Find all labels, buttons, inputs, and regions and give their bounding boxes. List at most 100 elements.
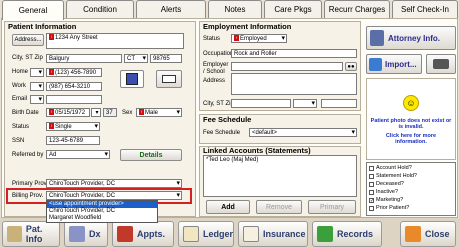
referred-by-select[interactable]: Ad bbox=[46, 150, 110, 159]
fee-schedule-select[interactable]: <default> bbox=[249, 128, 357, 137]
billing-prov-select[interactable]: ChiroTouch Provider, DC bbox=[46, 191, 182, 200]
employment-status-label: Status bbox=[203, 36, 221, 42]
home-phone-value: (123) 456-7890 bbox=[55, 70, 97, 76]
employer-field[interactable] bbox=[231, 62, 343, 71]
ssn-label: SSN bbox=[12, 138, 25, 144]
city-label: City, ST Zip bbox=[12, 55, 43, 61]
sex-select[interactable]: ! Male bbox=[136, 108, 182, 117]
statement-hold-label: Statement Hold? bbox=[376, 173, 417, 179]
patient-info-heading: Patient Information bbox=[8, 22, 77, 31]
appts-button[interactable]: Appts. bbox=[112, 221, 174, 247]
add-linked-button[interactable]: Add bbox=[206, 200, 250, 214]
tab-notes[interactable]: Notes bbox=[208, 0, 262, 18]
email-field[interactable] bbox=[46, 95, 102, 104]
primary-linked-button[interactable]: Primary bbox=[308, 200, 356, 214]
status-label: Status bbox=[12, 124, 30, 130]
deceased-label: Deceased? bbox=[376, 181, 404, 187]
close-label: Close bbox=[425, 229, 450, 239]
address-button[interactable]: Address... bbox=[12, 34, 44, 46]
billing-option[interactable]: <use appointment provider> bbox=[47, 201, 157, 208]
attorney-icon bbox=[370, 30, 384, 46]
details-button[interactable]: Details bbox=[120, 149, 182, 161]
photo-more-info-link[interactable]: Click here for more information. bbox=[370, 133, 452, 145]
birth-date-value: 05/15/1972 bbox=[55, 110, 86, 116]
state-select[interactable]: CT bbox=[124, 54, 148, 63]
employer-search-button[interactable]: ●● bbox=[345, 62, 357, 71]
billing-option[interactable]: Margaret Woodfield bbox=[47, 215, 157, 222]
smiley-icon: ☺ bbox=[403, 95, 419, 111]
employer-address-field[interactable] bbox=[231, 73, 357, 95]
required-icon: ! bbox=[234, 35, 239, 42]
tab-alerts[interactable]: Alerts bbox=[136, 0, 206, 18]
dx-button[interactable]: Dx bbox=[64, 221, 108, 247]
insurance-button[interactable]: Insurance bbox=[238, 221, 308, 247]
birth-date-field[interactable]: ! 05/15/1972 bbox=[46, 108, 90, 117]
employer-state-select[interactable] bbox=[293, 99, 317, 108]
calendar-dropdown[interactable]: ▾ bbox=[91, 108, 101, 117]
import-label: Import... bbox=[385, 59, 417, 69]
billing-option[interactable]: ChiroTouch Provider, DC bbox=[47, 208, 157, 215]
attorney-label: Attorney Info. bbox=[388, 33, 440, 43]
deceased-checkbox[interactable] bbox=[369, 182, 374, 187]
marital-status-select[interactable]: ! Single bbox=[46, 122, 100, 131]
ssn-field[interactable]: 123-45-6789 bbox=[46, 136, 100, 145]
tab-recurr-charges[interactable]: Recurr Charges bbox=[324, 0, 390, 18]
pat-info-button[interactable]: Pat. Info bbox=[2, 221, 60, 247]
ledger-icon bbox=[183, 226, 199, 242]
prior-patient-checkbox[interactable] bbox=[369, 206, 374, 211]
binoculars-icon: ●● bbox=[347, 63, 355, 70]
primary-prov-select[interactable]: ChiroTouch Provider, DC bbox=[46, 179, 182, 188]
address-field[interactable]: ! 1234 Any Street bbox=[46, 33, 184, 49]
tab-general[interactable]: General bbox=[2, 0, 64, 20]
age-field: 37 bbox=[103, 108, 117, 117]
email-type-select[interactable] bbox=[30, 95, 44, 104]
inactive-label: Inactive? bbox=[376, 189, 399, 195]
employer-zip-field[interactable] bbox=[321, 99, 357, 108]
referred-by-label: Referred by bbox=[12, 152, 44, 158]
linked-accounts-list[interactable]: *Ted Leo (Maj Med) bbox=[203, 155, 357, 197]
work-type-select[interactable] bbox=[30, 82, 44, 91]
inactive-checkbox[interactable] bbox=[369, 190, 374, 195]
required-icon: ! bbox=[49, 69, 54, 76]
print-label-button[interactable] bbox=[156, 70, 182, 88]
billing-prov-dropdown[interactable]: <use appointment provider> ChiroTouch Pr… bbox=[46, 200, 158, 223]
print-photo-button[interactable] bbox=[426, 54, 456, 74]
billing-prov-label: Billing Prov. bbox=[12, 193, 44, 199]
occupation-label: Occupation bbox=[203, 51, 234, 57]
close-icon bbox=[405, 226, 421, 242]
city-field[interactable]: Balgury bbox=[46, 54, 122, 63]
occupation-field[interactable]: Rock and Roller bbox=[231, 49, 357, 58]
account-hold-label: Account Hold? bbox=[376, 165, 412, 171]
home-type-select[interactable] bbox=[30, 68, 44, 77]
statement-hold-checkbox[interactable] bbox=[369, 174, 374, 179]
dx-label: Dx bbox=[89, 229, 101, 239]
attorney-info-button[interactable]: Attorney Info. bbox=[366, 26, 456, 50]
appts-label: Appts. bbox=[137, 229, 165, 239]
marital-status-value: Single bbox=[55, 124, 72, 130]
tab-self-check-in[interactable]: Self Check-In bbox=[392, 0, 458, 18]
account-hold-checkbox[interactable] bbox=[369, 166, 374, 171]
phone-dial-button[interactable] bbox=[120, 70, 144, 88]
tab-care-pkgs[interactable]: Care Pkgs bbox=[264, 0, 322, 18]
printer-icon bbox=[433, 59, 449, 69]
employment-status-select[interactable]: ! Employed bbox=[231, 34, 287, 43]
required-icon: ! bbox=[139, 109, 144, 116]
close-button[interactable]: Close bbox=[400, 221, 456, 247]
import-icon bbox=[369, 57, 382, 71]
home-phone-field[interactable]: ! (123) 456-7890 bbox=[46, 68, 102, 77]
insurance-icon bbox=[243, 226, 259, 242]
ledger-button[interactable]: Ledger bbox=[178, 221, 234, 247]
fee-schedule-heading: Fee Schedule bbox=[203, 115, 252, 124]
records-button[interactable]: Records bbox=[312, 221, 382, 247]
import-button[interactable]: Import... bbox=[366, 54, 422, 74]
employer-city-field[interactable] bbox=[231, 99, 291, 108]
employer-city-label: City, ST Zip bbox=[203, 101, 234, 107]
employer-address-label: Address bbox=[203, 78, 226, 84]
dx-icon bbox=[69, 226, 85, 242]
marketing-checkbox[interactable]: ✓ bbox=[369, 198, 374, 204]
work-label: Work bbox=[12, 83, 26, 89]
tab-condition[interactable]: Condition bbox=[66, 0, 134, 18]
remove-linked-button[interactable]: Remove bbox=[256, 200, 302, 214]
work-phone-field[interactable]: (987) 654-3210 bbox=[46, 82, 102, 91]
zip-field[interactable]: 98765 bbox=[150, 54, 182, 63]
